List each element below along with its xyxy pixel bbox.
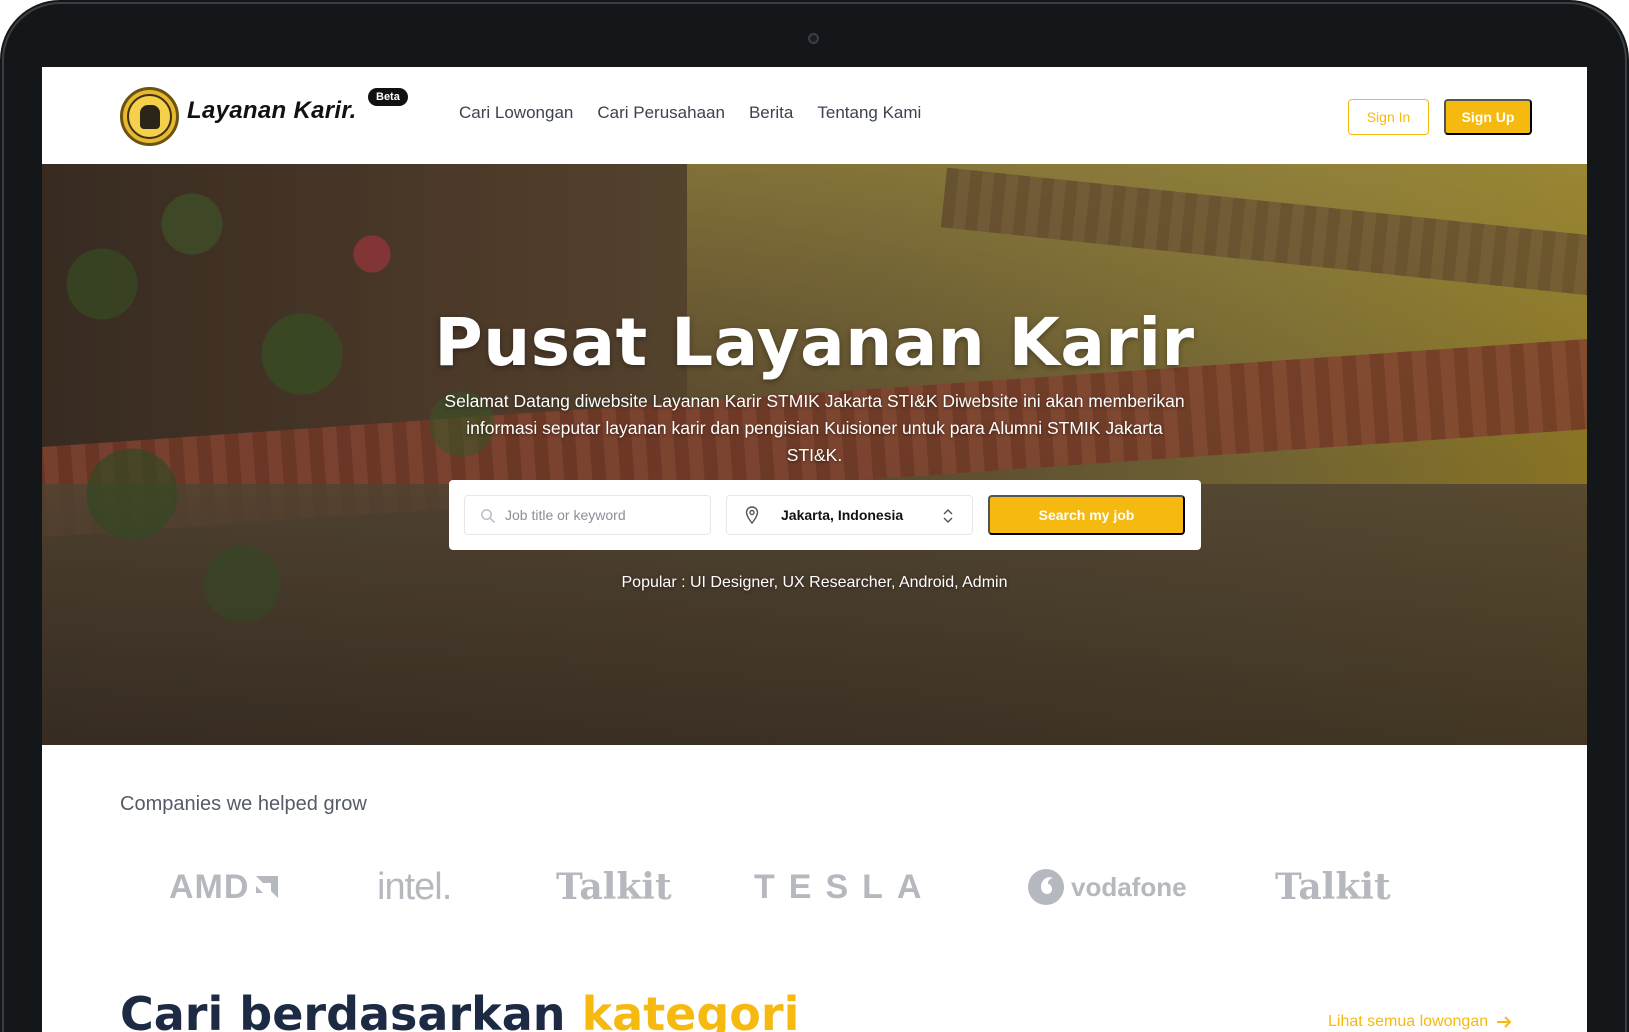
keyword-input[interactable] — [505, 507, 705, 523]
nav-link-berita[interactable]: Berita — [749, 103, 793, 123]
browser-screen: Layanan Karir. Beta Cari Lowongan Cari P… — [42, 67, 1587, 1032]
location-select[interactable]: Jakarta, Indonesia — [726, 495, 973, 535]
search-box: Jakarta, Indonesia Search my job — [449, 480, 1201, 550]
vodafone-logo: vodafone — [1027, 857, 1187, 917]
search-icon — [479, 507, 495, 523]
nav-link-cari-lowongan[interactable]: Cari Lowongan — [459, 103, 573, 123]
beta-badge: Beta — [368, 88, 408, 106]
hero-section: Pusat Layanan Karir Selamat Datang diweb… — [42, 164, 1587, 745]
category-section-title: Cari berdasarkan kategori — [120, 987, 799, 1032]
company-logos: AMD intel. Talkit TESLA vodafone Talkit — [42, 857, 1587, 917]
navbar: Layanan Karir. Beta Cari Lowongan Cari P… — [42, 67, 1587, 164]
logo-core — [139, 104, 160, 129]
vodafone-logo-text: vodafone — [1071, 871, 1187, 902]
see-all-jobs-link[interactable]: Lihat semua lowongan — [1328, 1013, 1512, 1031]
search-job-button[interactable]: Search my job — [988, 495, 1185, 535]
chevron-up-down-icon — [943, 509, 953, 523]
map-pin-icon — [745, 506, 759, 524]
nav-links: Cari Lowongan Cari Perusahaan Berita Ten… — [459, 103, 921, 123]
sign-up-button[interactable]: Sign Up — [1444, 99, 1532, 135]
logo-emblem[interactable] — [120, 87, 179, 146]
talkit-logo-2: Talkit — [1275, 866, 1391, 908]
hero-title: Pusat Layanan Karir — [434, 304, 1195, 381]
keyword-field[interactable] — [464, 495, 711, 535]
tesla-logo: TESLA — [754, 867, 936, 906]
category-title-main: Cari berdasarkan — [120, 987, 582, 1032]
device-frame: Layanan Karir. Beta Cari Lowongan Cari P… — [0, 0, 1629, 1032]
sign-in-button[interactable]: Sign In — [1348, 99, 1429, 135]
popular-searches: Popular : UI Designer, UX Researcher, An… — [621, 574, 1008, 591]
category-title-accent: kategori — [581, 987, 800, 1032]
location-value: Jakarta, Indonesia — [781, 507, 904, 523]
arrow-right-icon — [1497, 1016, 1512, 1028]
nav-link-cari-perusahaan[interactable]: Cari Perusahaan — [597, 103, 725, 123]
camera — [808, 33, 819, 44]
companies-title: Companies we helped grow — [120, 793, 367, 815]
intel-logo: intel. — [377, 865, 452, 908]
logo-ring — [127, 94, 172, 139]
see-all-jobs-label: Lihat semua lowongan — [1328, 1013, 1489, 1030]
brand-name[interactable]: Layanan Karir. — [187, 97, 357, 125]
hero-description: Selamat Datang diwebsite Layanan Karir S… — [444, 391, 1185, 465]
talkit-logo: Talkit — [556, 866, 672, 908]
amd-logo-text: AMD — [169, 867, 250, 906]
nav-link-tentang-kami[interactable]: Tentang Kami — [817, 103, 921, 123]
amd-logo: AMD — [169, 857, 282, 917]
